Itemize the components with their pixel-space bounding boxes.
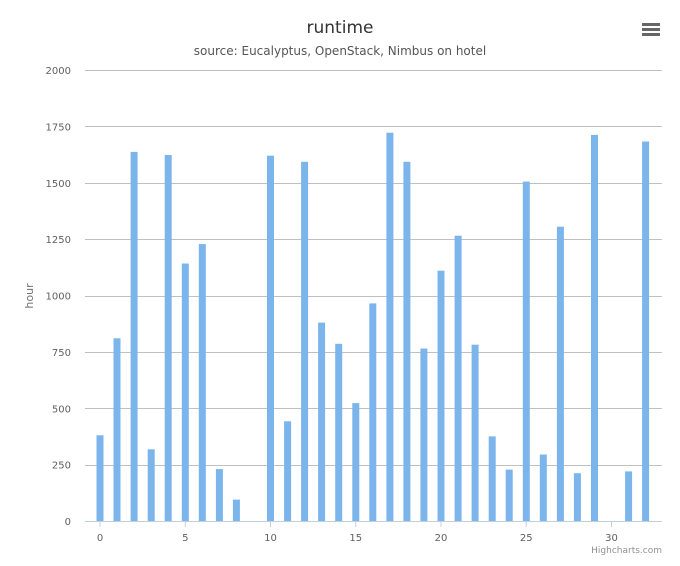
x-tick-label: 30: [605, 533, 618, 544]
bar[interactable]: [215, 469, 223, 521]
menu-icon-line: [642, 23, 660, 26]
bar[interactable]: [198, 244, 206, 521]
chart-subtitle: source: Eucalyptus, OpenStack, Nimbus on…: [194, 44, 486, 58]
y-tick-label: 1250: [46, 235, 71, 246]
bar[interactable]: [488, 436, 496, 521]
x-axis-tick-labels: 0 5 10 15 20 25 30: [97, 522, 618, 544]
bar[interactable]: [591, 134, 598, 521]
y-tick-label: 1000: [46, 292, 71, 303]
bar[interactable]: [454, 235, 462, 521]
menu-icon[interactable]: [636, 16, 666, 42]
y-tick-label: 1500: [46, 179, 71, 190]
x-tick-label: 0: [97, 533, 103, 544]
y-tick-label: 250: [52, 461, 71, 472]
bar[interactable]: [147, 449, 155, 521]
bar[interactable]: [420, 348, 428, 522]
credits-link[interactable]: Highcharts.com: [591, 546, 662, 556]
bar[interactable]: [352, 403, 360, 521]
bar[interactable]: [267, 155, 274, 521]
chart: runtime source: Eucalyptus, OpenStack, N…: [23, 16, 666, 556]
bar[interactable]: [96, 435, 104, 521]
bar[interactable]: [642, 141, 650, 522]
bar[interactable]: [556, 226, 564, 521]
bar[interactable]: [318, 322, 326, 521]
bar[interactable]: [573, 473, 581, 521]
y-tick-label: 0: [65, 517, 71, 528]
x-tick-label: 15: [349, 533, 362, 544]
x-tick-label: 10: [264, 533, 277, 544]
bar[interactable]: [625, 471, 633, 521]
y-tick-label: 500: [52, 404, 71, 415]
y-tick-label: 750: [52, 348, 71, 359]
bar[interactable]: [301, 161, 309, 522]
bar[interactable]: [113, 338, 121, 521]
y-axis-title: hour: [23, 283, 36, 309]
bar[interactable]: [386, 132, 394, 521]
bar[interactable]: [164, 155, 172, 521]
y-tick-label: 1750: [46, 122, 71, 133]
bar[interactable]: [369, 303, 377, 521]
menu-icon-line: [642, 33, 660, 36]
menu-icon-line: [642, 28, 660, 31]
bar[interactable]: [505, 469, 513, 521]
y-axis-tick-labels: 0 250 500 750 1000 1250 1500 1750 2000: [46, 66, 71, 528]
bar[interactable]: [130, 151, 138, 521]
bar[interactable]: [539, 454, 547, 522]
bar[interactable]: [181, 263, 189, 522]
bar[interactable]: [232, 499, 240, 521]
chart-title: runtime: [307, 18, 374, 38]
bar[interactable]: [437, 270, 445, 521]
bars: [96, 132, 650, 522]
x-tick-label: 5: [182, 533, 188, 544]
bar[interactable]: [284, 421, 292, 521]
bar[interactable]: [335, 343, 343, 521]
x-tick-label: 25: [520, 533, 533, 544]
bar[interactable]: [403, 161, 411, 522]
y-tick-label: 2000: [46, 66, 71, 77]
x-tick-label: 20: [435, 533, 448, 544]
bar[interactable]: [522, 181, 530, 521]
bar[interactable]: [471, 344, 479, 521]
